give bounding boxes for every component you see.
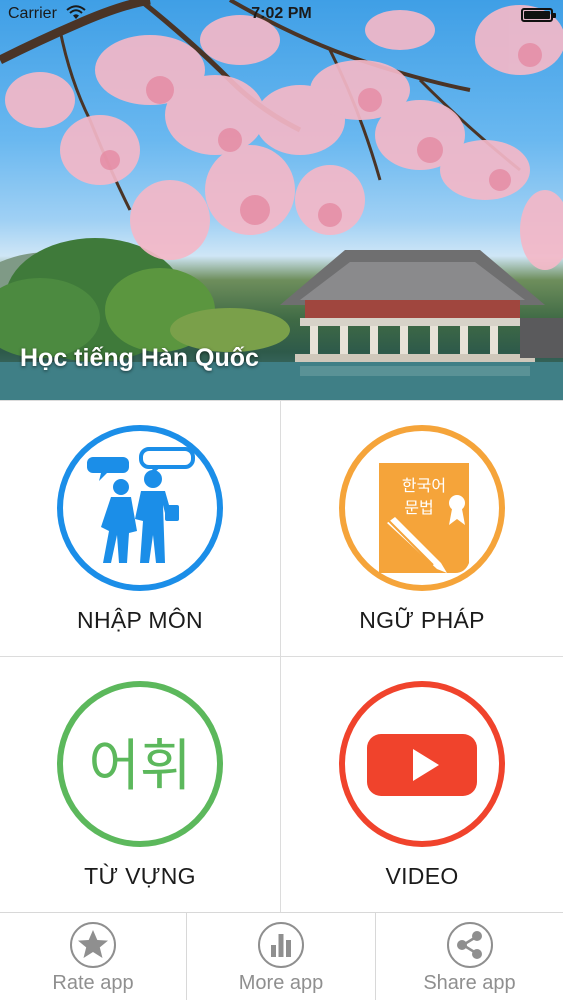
video-play-icon	[339, 681, 505, 847]
share-icon	[446, 922, 493, 968]
tab-label: Share app	[423, 972, 516, 994]
book-text-line2: 문법	[404, 498, 433, 517]
status-bar: Carrier 7:02 PM	[0, 0, 563, 30]
menu-item-label: VIDEO	[385, 863, 459, 889]
header-banner: Carrier 7:02 PM Học tiếng Hàn Quốc	[0, 0, 563, 400]
menu-item-label: NGỮ PHÁP	[359, 607, 485, 633]
app-title: Học tiếng Hàn Quốc	[20, 344, 259, 372]
status-time: 7:02 PM	[251, 5, 312, 22]
bottom-tab-bar: Rate app More app Share app	[0, 912, 563, 1000]
rate-app-button[interactable]: Rate app	[0, 913, 187, 1000]
grammar-book-icon: 한국어 문법	[339, 425, 505, 591]
vocabulary-icon: 어휘	[57, 681, 223, 847]
vocabulary-icon-text: 어휘	[88, 734, 191, 799]
more-app-button[interactable]: More app	[187, 913, 376, 1000]
bar-chart-icon	[258, 922, 304, 968]
menu-item-video[interactable]: VIDEO	[281, 657, 563, 913]
menu-item-label: TỪ VỰNG	[84, 863, 196, 889]
menu-grid: NHẬP MÔN 한국어 문법 NGỮ PHÁP 어휘 TỪ VỰNG VIDE…	[0, 400, 563, 913]
menu-item-vocabulary[interactable]: 어휘 TỪ VỰNG	[0, 657, 281, 913]
menu-item-grammar[interactable]: 한국어 문법 NGỮ PHÁP	[281, 401, 563, 657]
menu-item-label: NHẬP MÔN	[77, 607, 203, 633]
star-icon	[70, 922, 116, 968]
people-talking-icon	[57, 425, 223, 591]
menu-item-intro[interactable]: NHẬP MÔN	[0, 401, 281, 657]
book-text-line1: 한국어	[402, 476, 446, 495]
share-app-button[interactable]: Share app	[376, 913, 563, 1000]
battery-icon	[521, 8, 556, 22]
tab-label: Rate app	[52, 972, 134, 994]
cherry-blossom-palace-image	[0, 0, 563, 400]
tab-label: More app	[238, 972, 324, 994]
